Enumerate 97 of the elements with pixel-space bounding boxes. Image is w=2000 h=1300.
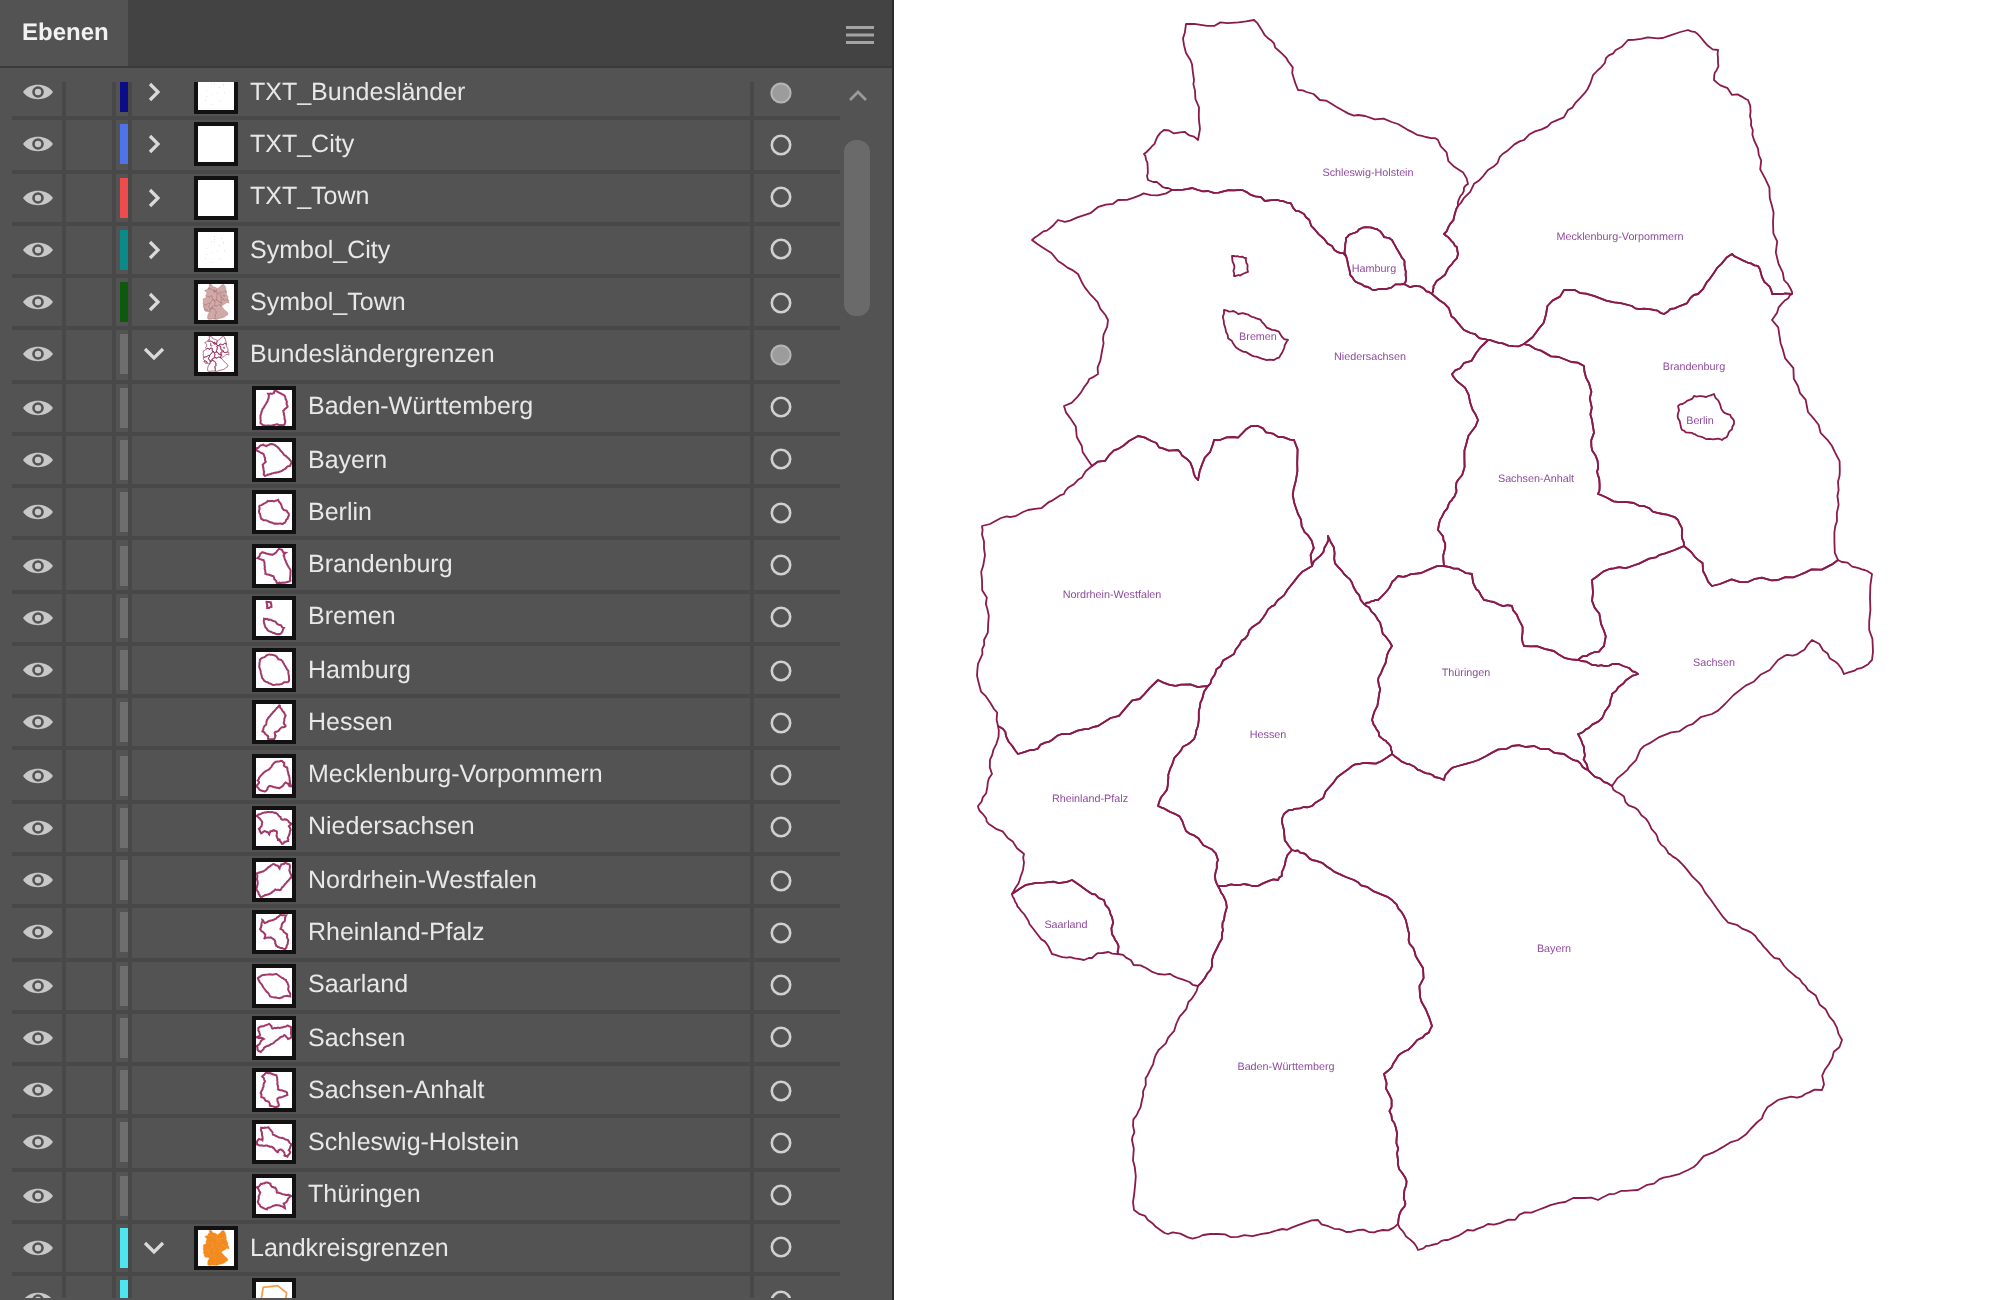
layer-thumbnail xyxy=(194,332,238,377)
eye-icon[interactable] xyxy=(21,922,53,943)
circle-icon[interactable] xyxy=(770,1131,792,1154)
panel-tab[interactable]: Ebenen xyxy=(0,0,128,66)
layer-name[interactable]: Bremen xyxy=(308,598,396,637)
chevron-up-icon[interactable] xyxy=(847,90,867,102)
layer-thumbnail xyxy=(252,385,296,430)
layer-name[interactable]: Brandenburg xyxy=(308,546,453,584)
circle-icon[interactable] xyxy=(770,1026,792,1049)
eye-icon[interactable] xyxy=(21,660,53,681)
layer-thumbnail xyxy=(252,1120,296,1165)
layer-thumbnail xyxy=(252,543,296,588)
circle-icon[interactable] xyxy=(770,974,792,997)
layer-thumbnail xyxy=(252,700,296,745)
layer-thumbnail xyxy=(252,858,296,903)
circle-icon[interactable] xyxy=(770,343,792,366)
scrollbar-thumb[interactable] xyxy=(844,140,870,316)
circle-icon[interactable] xyxy=(770,396,792,419)
layer-name[interactable]: Berlin xyxy=(308,493,372,532)
layer-name[interactable]: Symbol_Town xyxy=(250,283,406,322)
layer-thumbnail xyxy=(194,227,238,272)
layer-name[interactable]: Niedersachsen xyxy=(308,808,475,847)
layer-name[interactable]: Nordrhein-Westfalen xyxy=(308,861,537,899)
layer-thumbnail xyxy=(194,82,238,115)
layer-thumbnail xyxy=(194,122,238,167)
layer-thumbnail xyxy=(194,1225,238,1270)
layer-name[interactable]: Symbol_City xyxy=(250,231,391,269)
layer-thumbnail xyxy=(252,1068,296,1113)
eye-icon[interactable] xyxy=(21,1132,53,1153)
circle-icon[interactable] xyxy=(770,1079,792,1102)
circle-icon[interactable] xyxy=(770,1236,792,1259)
layer-name[interactable]: Rheinland-Pfalz xyxy=(308,914,485,952)
circle-icon[interactable] xyxy=(770,1184,792,1207)
menu-icon[interactable] xyxy=(846,26,874,44)
layer-name[interactable]: Landkreisgrenzen xyxy=(250,1229,449,1267)
layer-thumbnail xyxy=(252,805,296,850)
layer-name[interactable]: Schleswig-Holstein xyxy=(308,1124,520,1162)
layer-name[interactable]: TXT_City xyxy=(250,126,355,164)
eye-icon[interactable] xyxy=(21,607,53,628)
layer-thumbnail xyxy=(194,280,238,325)
eye-icon[interactable] xyxy=(21,1237,53,1258)
circle-icon[interactable] xyxy=(770,291,792,314)
eye-icon[interactable] xyxy=(21,870,53,891)
layer-name[interactable]: Sachsen xyxy=(308,1019,406,1057)
layer-thumbnail xyxy=(194,175,238,220)
circle-icon[interactable] xyxy=(770,606,792,629)
circle-icon[interactable] xyxy=(770,764,792,787)
circle-icon[interactable] xyxy=(770,501,792,524)
layer-name[interactable]: Hessen xyxy=(308,703,393,742)
layer-name[interactable]: Baden-Württemberg xyxy=(308,388,534,427)
eye-icon[interactable] xyxy=(21,1080,53,1101)
circle-icon[interactable] xyxy=(770,816,792,839)
eye-icon[interactable] xyxy=(21,1027,53,1048)
chevron-down-icon[interactable] xyxy=(142,346,166,363)
layer-name[interactable]: Saarland xyxy=(308,966,409,1005)
circle-icon[interactable] xyxy=(770,133,792,156)
layer-name[interactable]: Thüringen xyxy=(308,1176,421,1215)
layer-thumbnail xyxy=(252,1015,296,1060)
chevron-down-icon[interactable] xyxy=(142,1239,166,1256)
eye-icon[interactable] xyxy=(21,502,53,523)
circle-icon[interactable] xyxy=(770,659,792,682)
eye-icon[interactable] xyxy=(21,817,53,838)
eye-icon[interactable] xyxy=(21,449,53,470)
circle-icon[interactable] xyxy=(770,554,792,577)
layer-name[interactable]: TXT_Bundesländer xyxy=(250,82,466,111)
layer-thumbnail xyxy=(252,490,296,535)
eye-icon[interactable] xyxy=(21,397,53,418)
circle-icon[interactable] xyxy=(770,448,792,471)
eye-icon[interactable] xyxy=(21,82,53,103)
eye-icon[interactable] xyxy=(21,555,53,576)
layer-name[interactable]: Bayern xyxy=(308,441,388,479)
layer-name[interactable]: TXT_Town xyxy=(250,178,370,217)
circle-icon[interactable] xyxy=(770,869,792,892)
layer-name[interactable]: Mecklenburg-Vorpommern xyxy=(308,756,603,794)
layer-thumbnail xyxy=(252,910,296,955)
layer-name[interactable]: Hamburg xyxy=(308,651,411,689)
layer-thumbnail xyxy=(252,648,296,693)
eye-icon[interactable] xyxy=(21,975,53,996)
layer-thumbnail xyxy=(252,1173,296,1218)
eye-icon[interactable] xyxy=(21,344,53,365)
eye-icon[interactable] xyxy=(21,1185,53,1206)
eye-icon[interactable] xyxy=(21,239,53,260)
layer-name[interactable]: Bundesländergrenzen xyxy=(250,336,495,374)
circle-icon[interactable] xyxy=(770,238,792,261)
circle-icon[interactable] xyxy=(770,186,792,209)
eye-icon[interactable] xyxy=(21,765,53,786)
eye-icon[interactable] xyxy=(21,712,53,733)
eye-icon[interactable] xyxy=(21,292,53,313)
circle-icon[interactable] xyxy=(770,921,792,944)
eye-icon[interactable] xyxy=(21,134,53,155)
eye-icon[interactable] xyxy=(21,187,53,208)
layer-thumbnail xyxy=(252,963,296,1008)
layer-thumbnail xyxy=(252,753,296,798)
layer-thumbnail xyxy=(252,437,296,482)
layer-name[interactable]: Sachsen-Anhalt xyxy=(308,1071,485,1110)
layer-thumbnail xyxy=(252,595,296,640)
circle-icon[interactable] xyxy=(770,711,792,734)
